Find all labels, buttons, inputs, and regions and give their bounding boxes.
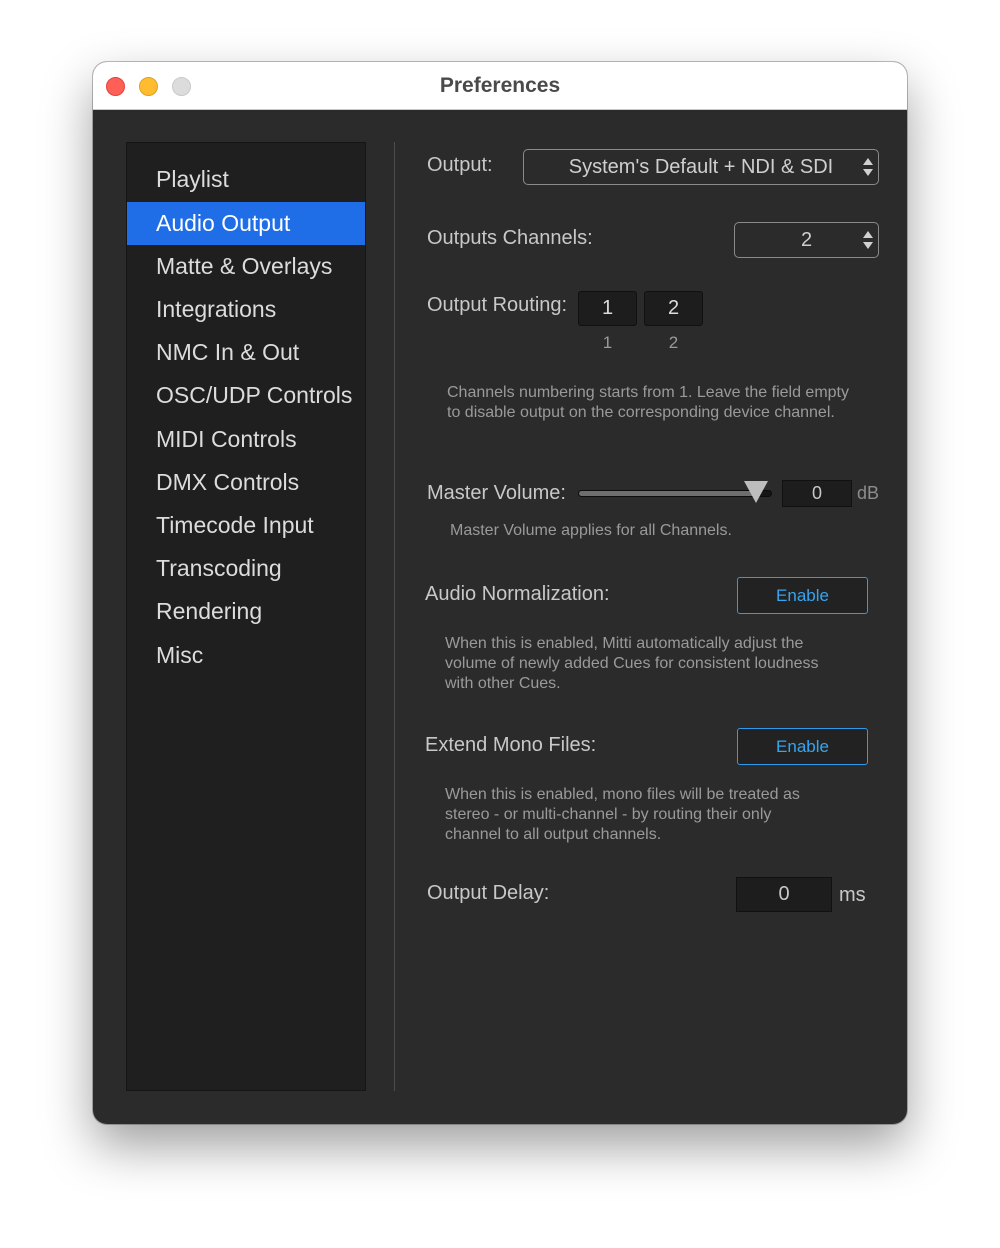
preferences-window: Preferences Playlist Audio Output Matte … [93,62,907,1124]
sidebar-item-midi-controls[interactable]: MIDI Controls [127,418,365,461]
master-volume-help-text: Master Volume applies for all Channels. [450,522,732,539]
audio-normalization-enable-button[interactable]: Enable [737,577,868,614]
window-title: Preferences [439,74,561,97]
outputs-channels-select[interactable]: 2 [734,222,879,258]
title-bar: Preferences [93,62,907,110]
output-device-value: System's Default + NDI & SDI [568,156,834,178]
routing-channel-label-1: 1 [602,333,613,352]
master-volume-label: Master Volume: [427,482,566,504]
sidebar-item-transcoding[interactable]: Transcoding [127,547,365,590]
output-label: Output: [427,154,493,176]
preferences-sidebar: Playlist Audio Output Matte & Overlays I… [126,142,366,1091]
output-routing-label: Output Routing: [427,294,568,316]
routing-field-1[interactable]: 1 [578,291,637,326]
sidebar-item-matte-overlays[interactable]: Matte & Overlays [127,245,365,288]
sidebar-item-timecode-input[interactable]: Timecode Input [127,504,365,547]
output-delay-field[interactable]: 0 [736,877,832,912]
master-volume-unit: dB [857,483,880,503]
extend-mono-help-text: When this is enabled, mono files will be… [445,786,800,843]
sidebar-item-integrations[interactable]: Integrations [127,288,365,331]
sidebar-item-misc[interactable]: Misc [127,634,365,677]
audio-normalization-label: Audio Normalization: [425,583,610,605]
master-volume-level [579,491,758,496]
outputs-channels-label: Outputs Channels: [427,227,593,249]
pane-divider [394,142,395,1091]
master-volume-knob[interactable] [744,481,768,503]
output-device-select[interactable]: System's Default + NDI & SDI [523,149,879,185]
sidebar-item-audio-output[interactable]: Audio Output [127,202,365,245]
extend-mono-label: Extend Mono Files: [425,734,597,756]
sidebar-item-nmc-in-out[interactable]: NMC In & Out [127,331,365,374]
sidebar-item-playlist[interactable]: Playlist [127,158,365,201]
sidebar-item-osc-udp-controls[interactable]: OSC/UDP Controls [127,374,365,417]
routing-field-2[interactable]: 2 [644,291,703,326]
sidebar-item-rendering[interactable]: Rendering [127,590,365,633]
master-volume-field[interactable]: 0 [782,480,852,507]
outputs-channels-value: 2 [800,229,813,251]
output-delay-label: Output Delay: [427,882,550,904]
routing-help-text: Channels numbering starts from 1. Leave … [447,384,849,421]
routing-channel-label-2: 2 [668,333,679,352]
chevron-updown-icon [862,158,874,178]
chevron-updown-icon [862,231,874,251]
audio-normalization-help-text: When this is enabled, Mitti automaticall… [445,635,819,692]
master-volume-slider[interactable] [578,490,772,497]
sidebar-item-dmx-controls[interactable]: DMX Controls [127,461,365,504]
output-delay-unit: ms [839,884,866,906]
extend-mono-enable-button[interactable]: Enable [737,728,868,765]
